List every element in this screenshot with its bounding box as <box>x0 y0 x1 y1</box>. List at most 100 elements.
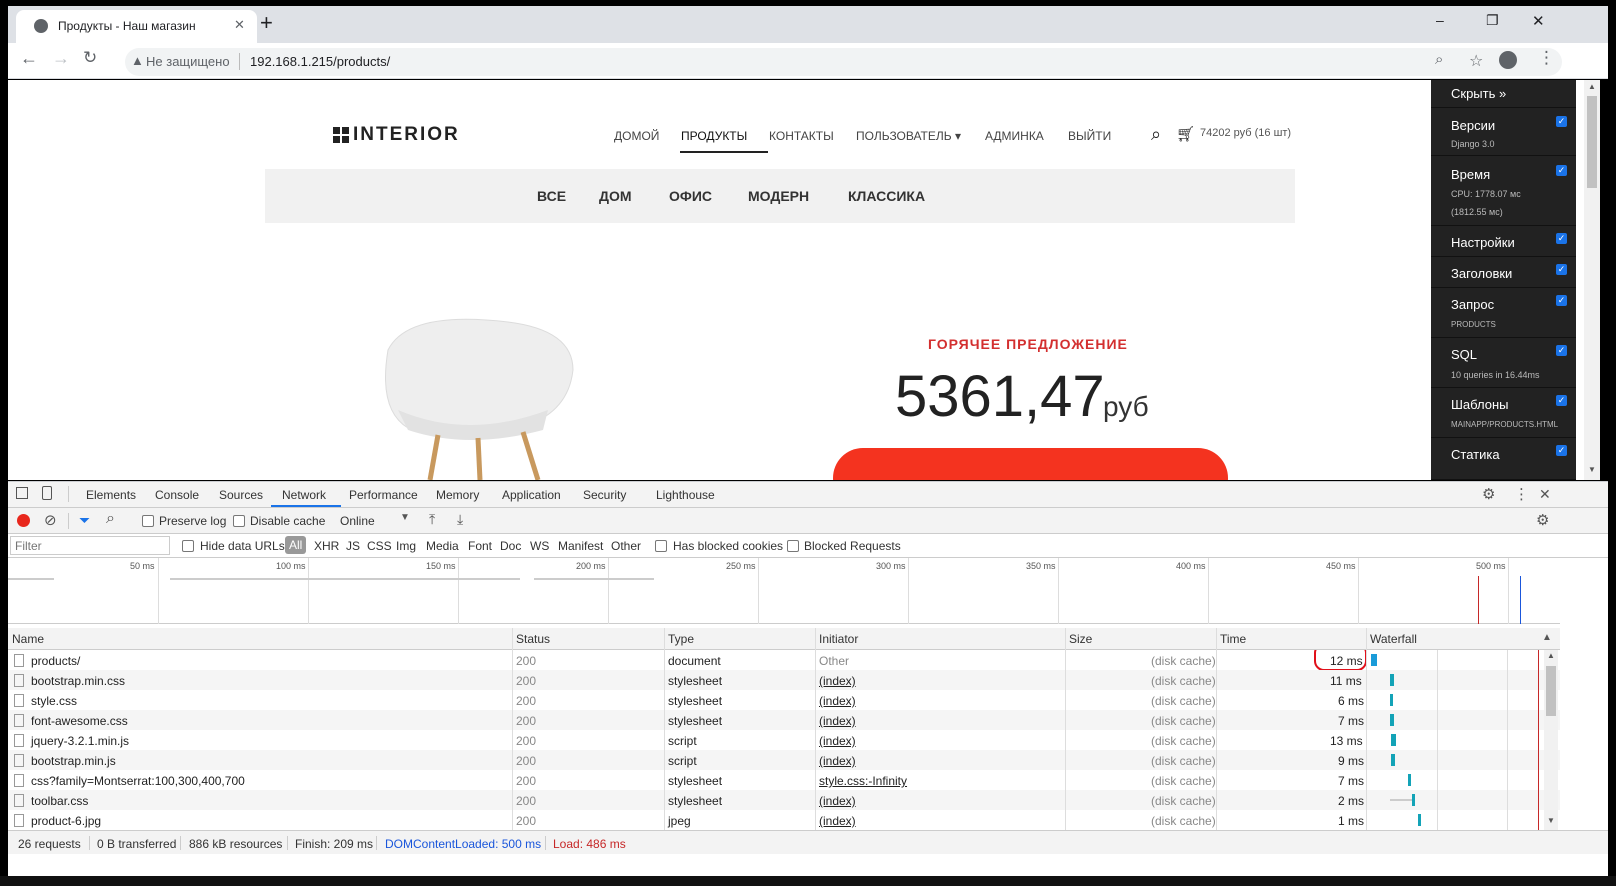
debug-hide[interactable]: Скрыть » <box>1431 80 1576 108</box>
row-initiator[interactable]: (index) <box>819 694 856 708</box>
debug-panel-settings[interactable]: Настройки ✓ <box>1431 226 1576 257</box>
row-initiator[interactable]: (index) <box>819 794 856 808</box>
has-blocked-cookies-checkbox[interactable] <box>655 540 667 552</box>
scroll-thumb[interactable] <box>1546 666 1556 716</box>
tab-memory[interactable]: Memory <box>436 488 479 502</box>
reload-icon[interactable]: ↻ <box>83 48 97 68</box>
table-row[interactable]: products/ 200 document Other (disk cache… <box>8 650 1560 671</box>
export-har-icon[interactable]: ⤓ <box>457 511 463 528</box>
scroll-down-icon[interactable]: ▼ <box>1547 816 1555 825</box>
back-arrow-icon[interactable]: ← <box>20 48 38 69</box>
col-waterfall-header[interactable]: Waterfall <box>1370 632 1417 646</box>
bookmark-star-icon[interactable]: ☆ <box>1469 51 1483 71</box>
debug-panel-sql[interactable]: SQL 10 queries in 16.44ms ✓ <box>1431 338 1576 388</box>
category-office[interactable]: ОФИС <box>669 188 712 204</box>
type-css[interactable]: CSS <box>367 539 392 553</box>
clear-icon[interactable]: ⊘ <box>44 511 57 529</box>
nav-products[interactable]: ПРОДУКТЫ <box>681 129 747 143</box>
more-options-icon[interactable]: ⋮ <box>1514 485 1529 503</box>
type-other[interactable]: Other <box>611 539 641 553</box>
checkbox-checked-icon[interactable]: ✓ <box>1556 116 1567 127</box>
address-bar[interactable]: ▲ Не защищено 192.168.1.215/products/ ⌕ … <box>125 48 1562 76</box>
close-devtools-icon[interactable]: ✕ <box>1539 486 1551 503</box>
scroll-up-icon[interactable]: ▲ <box>1588 82 1596 91</box>
nav-contacts[interactable]: КОНТАКТЫ <box>769 129 834 143</box>
page-scrollbar[interactable]: ▲ ▼ <box>1584 80 1600 480</box>
scroll-up-icon[interactable]: ▲ <box>1547 651 1555 660</box>
tab-performance[interactable]: Performance <box>349 488 418 502</box>
debug-panel-time[interactable]: Время CPU: 1778.07 мс (1812.55 мс) ✓ <box>1431 156 1576 226</box>
import-har-icon[interactable]: ⤒ <box>429 511 435 528</box>
debug-panel-request[interactable]: Запрос products ✓ <box>1431 288 1576 338</box>
row-initiator[interactable]: (index) <box>819 754 856 768</box>
checkbox-checked-icon[interactable]: ✓ <box>1556 165 1567 176</box>
offer-button[interactable] <box>833 448 1228 480</box>
restore-button[interactable]: ❐ <box>1486 12 1499 29</box>
type-img[interactable]: Img <box>396 539 416 553</box>
tab-application[interactable]: Application <box>502 488 561 502</box>
type-manifest[interactable]: Manifest <box>558 539 603 553</box>
minimize-button[interactable]: – <box>1436 12 1444 28</box>
tab-security[interactable]: Security <box>583 488 626 502</box>
table-row[interactable]: style.css 200 stylesheet (index) (disk c… <box>8 690 1560 711</box>
category-home[interactable]: ДОМ <box>599 188 632 204</box>
nav-admin[interactable]: АДМИНКА <box>985 129 1044 143</box>
checkbox-checked-icon[interactable]: ✓ <box>1556 233 1567 244</box>
blocked-requests-checkbox[interactable] <box>787 540 799 552</box>
search-icon[interactable]: ⌕ <box>1151 124 1161 145</box>
col-initiator-header[interactable]: Initiator <box>819 632 858 646</box>
table-row[interactable]: bootstrap.min.css 200 stylesheet (index)… <box>8 670 1560 691</box>
type-doc[interactable]: Doc <box>500 539 521 553</box>
type-all[interactable]: All <box>285 536 307 554</box>
type-media[interactable]: Media <box>426 539 459 553</box>
inspect-icon[interactable] <box>16 487 28 499</box>
table-row[interactable]: bootstrap.min.js 200 script (index) (dis… <box>8 750 1560 771</box>
warning-icon[interactable]: ▲ <box>131 53 144 68</box>
tab-console[interactable]: Console <box>155 488 199 502</box>
device-toolbar-icon[interactable] <box>42 486 52 500</box>
browser-tab[interactable]: Продукты - Наш магазин ✕ <box>16 10 257 43</box>
row-initiator[interactable]: style.css:-Infinity <box>819 774 907 788</box>
type-xhr[interactable]: XHR <box>314 539 339 553</box>
table-row[interactable]: font-awesome.css 200 stylesheet (index) … <box>8 710 1560 731</box>
zoom-icon[interactable]: ⌕ <box>1435 51 1443 68</box>
tab-close-icon[interactable]: ✕ <box>234 17 245 33</box>
hide-data-urls-checkbox[interactable] <box>182 540 194 552</box>
type-ws[interactable]: WS <box>530 539 549 553</box>
disable-cache-checkbox[interactable] <box>233 515 245 527</box>
table-row[interactable]: product-6.jpg 200 jpeg (index) (disk cac… <box>8 810 1560 830</box>
forward-arrow-icon[interactable]: → <box>52 48 70 69</box>
site-logo[interactable]: INTERIOR <box>353 124 460 146</box>
sort-up-icon[interactable]: ▲ <box>1542 632 1552 643</box>
type-js[interactable]: JS <box>346 539 360 553</box>
filter-input[interactable] <box>10 536 170 555</box>
nav-logout[interactable]: ВЫЙТИ <box>1068 129 1111 143</box>
scroll-thumb[interactable] <box>1587 96 1597 188</box>
col-size-header[interactable]: Size <box>1069 632 1092 646</box>
record-icon[interactable] <box>17 514 30 527</box>
debug-panel-templates[interactable]: Шаблоны mainapp/products.html ✓ <box>1431 388 1576 438</box>
table-row[interactable]: jquery-3.2.1.min.js 200 script (index) (… <box>8 730 1560 751</box>
checkbox-checked-icon[interactable]: ✓ <box>1556 264 1567 275</box>
tab-elements[interactable]: Elements <box>86 488 136 502</box>
cart-icon[interactable]: 🛒︎ <box>1176 125 1195 143</box>
checkbox-checked-icon[interactable]: ✓ <box>1556 395 1567 406</box>
scroll-down-icon[interactable]: ▼ <box>1588 465 1596 474</box>
menu-dots-icon[interactable]: ⋮ <box>1538 48 1555 68</box>
row-initiator[interactable]: (index) <box>819 674 856 688</box>
tab-lighthouse[interactable]: Lighthouse <box>656 488 715 502</box>
nav-home[interactable]: ДОМОЙ <box>614 129 659 143</box>
type-font[interactable]: Font <box>468 539 492 553</box>
throttling-select[interactable]: Online <box>340 514 375 528</box>
preserve-log-checkbox[interactable] <box>142 515 154 527</box>
debug-panel-versions[interactable]: Версии Django 3.0 ✓ <box>1431 108 1576 156</box>
checkbox-checked-icon[interactable]: ✓ <box>1556 295 1567 306</box>
nav-user[interactable]: ПОЛЬЗОВАТЕЛЬ ▾ <box>856 129 961 143</box>
tab-network[interactable]: Network <box>282 488 326 502</box>
profile-avatar-icon[interactable] <box>1499 51 1517 69</box>
cart-summary[interactable]: 74202 руб (16 шт) <box>1200 127 1291 139</box>
debug-panel-static[interactable]: Статика ✓ <box>1431 438 1576 480</box>
table-scrollbar[interactable]: ▲ ▼ <box>1544 650 1558 830</box>
checkbox-checked-icon[interactable]: ✓ <box>1556 345 1567 356</box>
filter-funnel-icon[interactable]: ⏷ <box>79 512 90 529</box>
